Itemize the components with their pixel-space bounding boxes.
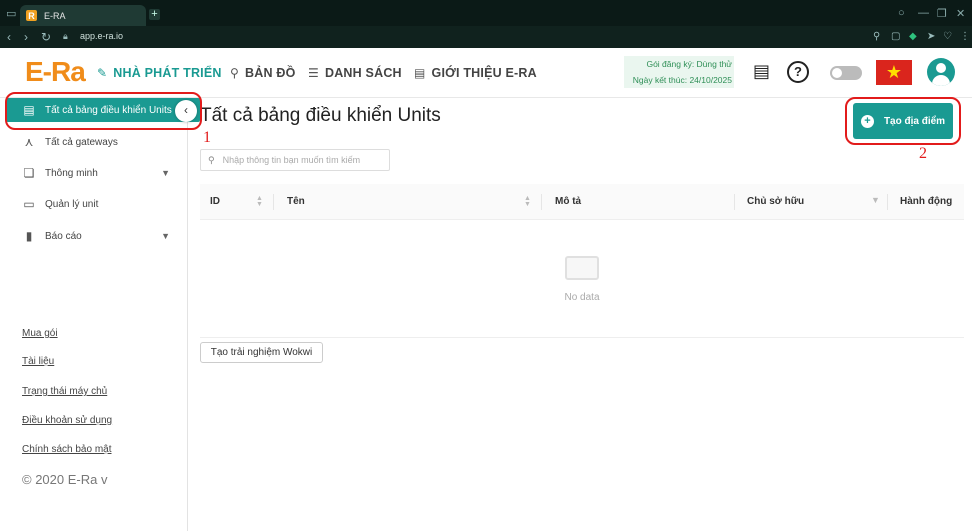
nav-about-label: GIỚI THIỆU E-RA <box>431 66 537 80</box>
empty-inbox-icon <box>565 256 599 280</box>
link-buy-plan[interactable]: Mua gói <box>22 328 58 339</box>
back-icon[interactable]: ‹ <box>7 30 11 44</box>
url-input[interactable]: app.e-ra.io <box>80 31 123 41</box>
unit-icon: ▭ <box>23 197 35 211</box>
new-tab-icon[interactable]: + <box>149 9 160 20</box>
pin-icon[interactable]: ⚲ <box>873 31 880 42</box>
copyright-text: © 2020 E-Ra v <box>22 472 108 487</box>
sidebar-item-label: Tất cả gateways <box>45 136 118 148</box>
no-data-text: No data <box>564 292 600 303</box>
bookmark-icon[interactable]: ▢ <box>891 31 900 42</box>
sidebar-item-label: Báo cáo <box>45 230 82 242</box>
reload-icon[interactable]: ↻ <box>41 30 51 44</box>
column-id[interactable]: ID <box>210 184 220 220</box>
send-icon[interactable]: ➤ <box>927 31 935 42</box>
sidebar-item-reports[interactable]: ▮ Báo cáo ▼ <box>0 221 186 251</box>
chevron-down-icon: ▼ <box>161 231 170 241</box>
shield-icon[interactable]: ◆ <box>909 31 917 42</box>
wrench-icon: ✎ <box>97 66 108 80</box>
table-header: ID ▲ ▼ Tên ▲ ▼ Mô tả Chủ sở hữu ▼ Hành độn… <box>200 184 964 220</box>
sidebar-item-smart[interactable]: ❏ Thông minh ▼ <box>0 158 186 188</box>
map-pin-icon: ⚲ <box>230 66 239 80</box>
user-avatar-icon[interactable] <box>927 58 955 86</box>
nav-about[interactable]: ▤ GIỚI THIỆU E-RA <box>414 66 537 80</box>
sidebar-item-unit-management[interactable]: ▭ Quản lý unit <box>0 189 186 219</box>
column-description: Mô tả <box>555 196 582 207</box>
column-name[interactable]: Tên <box>287 184 305 220</box>
theme-toggle[interactable] <box>830 66 862 80</box>
toggle-knob <box>832 68 842 78</box>
more-icon[interactable]: ⋮ <box>960 31 970 42</box>
browser-tab-bar: ▭ R E-RA + ○ — ❐ ✕ <box>0 0 972 26</box>
nav-list-label: DANH SÁCH <box>324 66 402 80</box>
nav-map[interactable]: ⚲ BẢN ĐỒ <box>230 66 296 80</box>
report-icon: ▮ <box>25 229 33 243</box>
create-wokwi-button[interactable]: Tạo trải nghiệm Wokwi <box>200 342 323 363</box>
smart-icon: ❏ <box>23 166 35 180</box>
annotation-label-2: 2 <box>919 145 927 162</box>
era-logo[interactable]: E-Ra <box>25 56 86 88</box>
link-terms[interactable]: Điều khoản sử dụng <box>22 415 112 426</box>
forward-icon[interactable]: › <box>24 30 28 44</box>
address-bar: ‹ › ↻ 🔒︎ app.e-ra.io ⚲ ▢ ◆ ➤ ♡ ⋮ <box>0 26 972 48</box>
era-favicon-icon: R <box>26 10 37 21</box>
browser-tab[interactable]: R E-RA <box>20 5 146 26</box>
sidebar-item-label: Quản lý unit <box>45 198 99 210</box>
annotation-box-2 <box>845 97 961 145</box>
annotation-box-1 <box>5 92 202 130</box>
search-icon[interactable]: ○ <box>898 7 905 19</box>
heart-icon[interactable]: ♡ <box>943 31 952 42</box>
help-icon[interactable]: ? <box>787 61 809 83</box>
gateway-icon: ⋏ <box>24 135 34 149</box>
plan-name: Gói đăng ký: Dùng thử <box>624 56 734 72</box>
subscription-info: Gói đăng ký: Dùng thử Ngày kết thúc: 24/… <box>624 56 734 88</box>
search-placeholder: Nhập thông tin bạn muốn tìm kiếm <box>222 155 361 165</box>
table-empty-state: No data <box>200 220 964 338</box>
link-server-status[interactable]: Trạng thái máy chủ <box>22 386 107 397</box>
sort-icon[interactable]: ▲ ▼ <box>256 195 263 208</box>
minimize-icon[interactable]: — <box>918 7 929 19</box>
column-actions: Hành động <box>900 196 953 207</box>
search-input[interactable]: ⚲ Nhập thông tin bạn muốn tìm kiếm <box>200 149 390 171</box>
annotation-label-1: 1 <box>203 129 211 146</box>
link-privacy[interactable]: Chính sách bảo mật <box>22 444 112 455</box>
nav-developer[interactable]: ✎ NHÀ PHÁT TRIỂN <box>97 66 222 80</box>
plan-end-date: Ngày kết thúc: 24/10/2025 <box>624 72 734 88</box>
sidebar-item-gateways[interactable]: ⋏ Tất cả gateways <box>0 127 186 157</box>
page-title: Tất cả bảng điều khiển Units <box>200 105 441 126</box>
document-icon[interactable]: ▤ <box>753 61 770 82</box>
nav-developer-label: NHÀ PHÁT TRIỂN <box>113 66 222 80</box>
newspaper-icon: ▤ <box>414 66 426 80</box>
link-documents[interactable]: Tài liệu <box>22 356 54 367</box>
app-header: E-Ra ✎ NHÀ PHÁT TRIỂN ⚲ BẢN ĐỒ ☰ DANH SÁ… <box>0 48 972 98</box>
sidebar: ▤ Tất cả bảng điều khiển Units ⋏ Tất cả … <box>0 98 200 531</box>
chevron-down-icon: ▼ <box>161 168 170 178</box>
close-icon[interactable]: ✕ <box>956 7 965 20</box>
sort-icon[interactable]: ▲ ▼ <box>524 195 531 208</box>
sidebar-item-label: Thông minh <box>45 167 98 179</box>
browser-tab-title: E-RA <box>44 10 66 21</box>
restore-icon[interactable]: ❐ <box>937 7 947 20</box>
browser-menu-icon[interactable]: ▭ <box>6 7 16 20</box>
column-owner: Chủ sở hữu <box>747 196 805 207</box>
vietnam-flag-icon[interactable]: ★ <box>876 60 912 85</box>
nav-map-label: BẢN ĐỒ <box>245 66 296 80</box>
lock-icon: 🔒︎ <box>63 31 68 41</box>
nav-list[interactable]: ☰ DANH SÁCH <box>308 66 402 80</box>
filter-icon[interactable]: ▼ <box>871 196 880 205</box>
search-icon: ⚲ <box>208 154 215 165</box>
list-icon: ☰ <box>308 66 319 80</box>
